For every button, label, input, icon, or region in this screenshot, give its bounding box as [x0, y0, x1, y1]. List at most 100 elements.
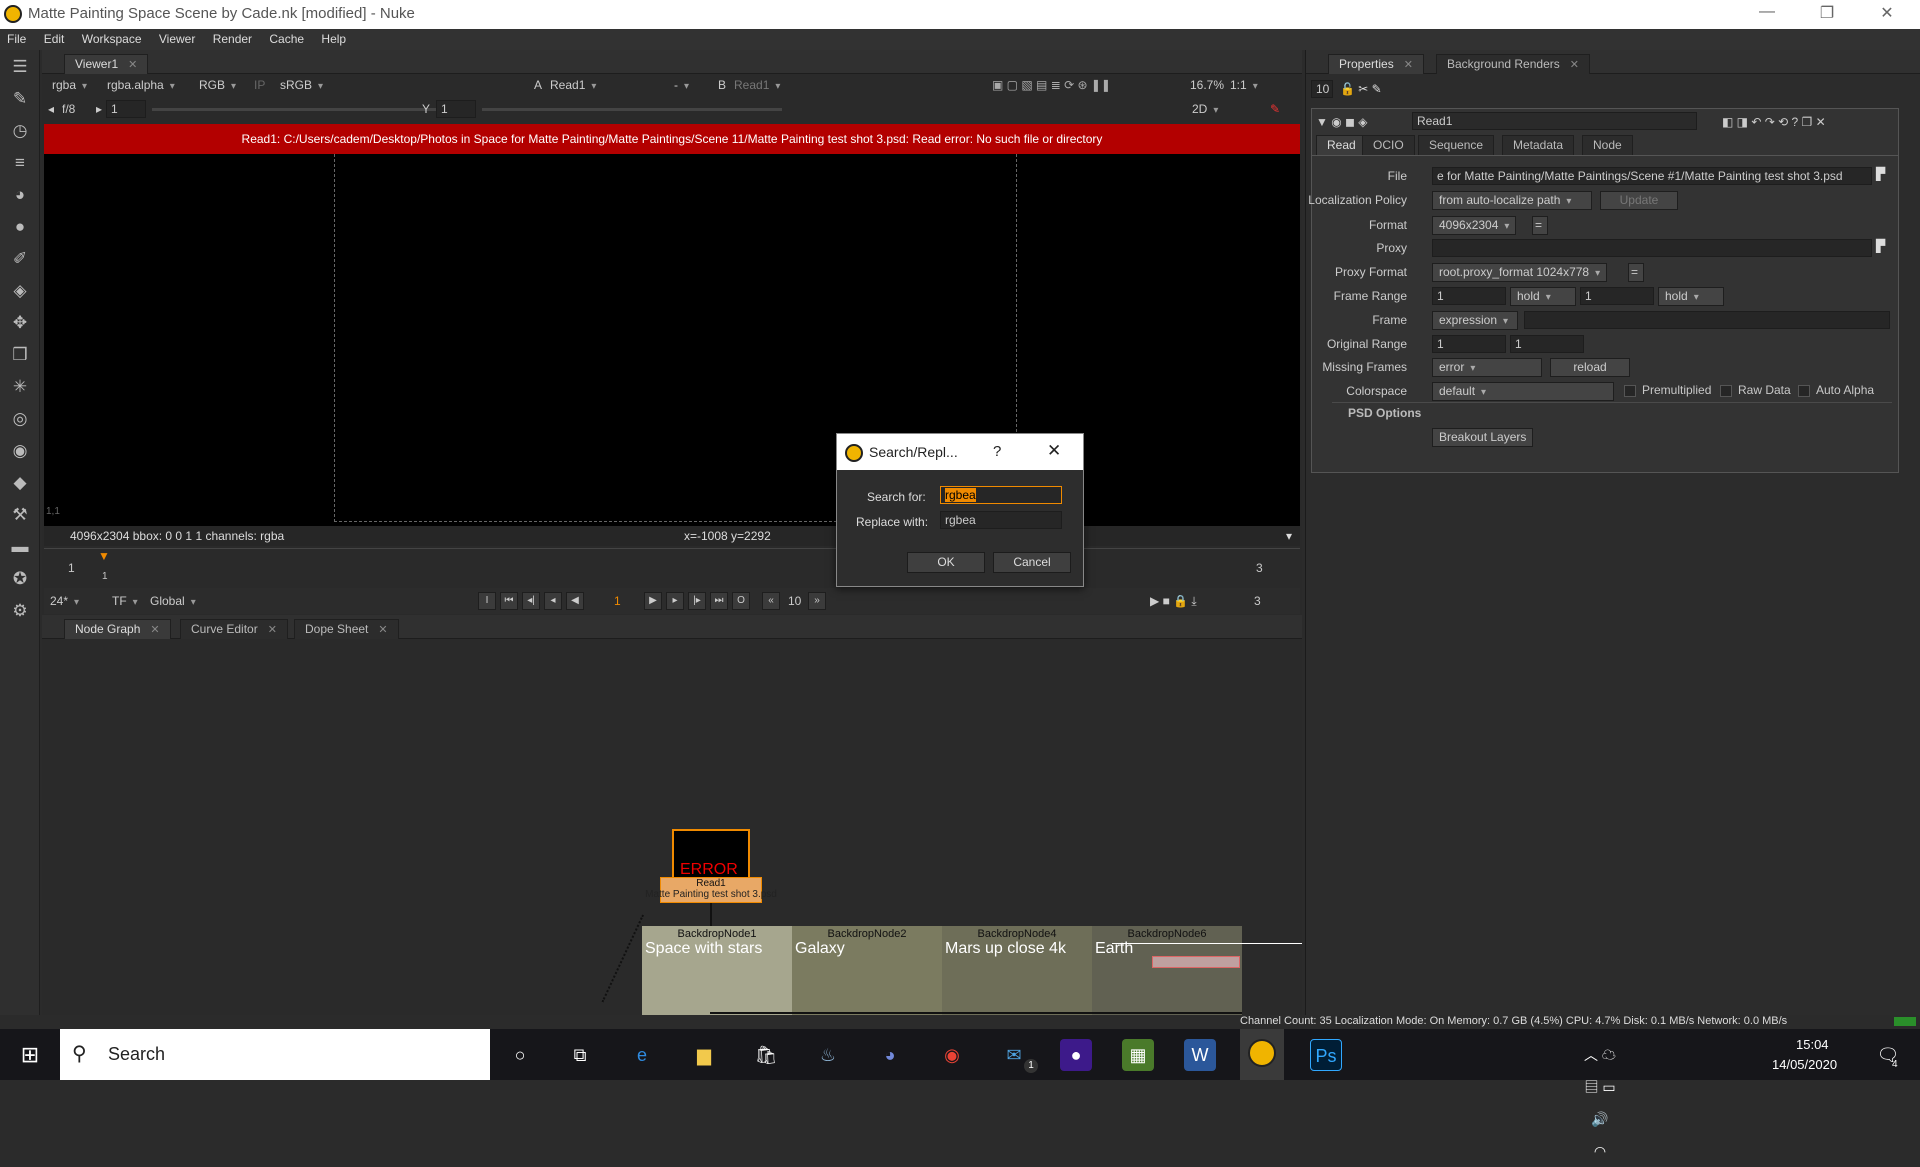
word-icon[interactable]: W — [1184, 1039, 1216, 1071]
menu-file[interactable]: File — [0, 29, 33, 46]
menu-viewer[interactable]: Viewer — [152, 29, 202, 46]
notifications-icon[interactable]: 🗨 — [1872, 1039, 1904, 1071]
close-dialog-icon[interactable]: ✕ — [1047, 441, 1061, 461]
raw-data-checkbox[interactable] — [1720, 385, 1732, 397]
update-button[interactable]: Update — [1600, 191, 1678, 210]
tab-background-renders[interactable]: Background Renders ✕ — [1436, 54, 1590, 74]
skip-forward-button[interactable]: » — [808, 592, 826, 610]
tab-dope-sheet[interactable]: Dope Sheet ✕ — [294, 619, 399, 639]
color-tool-icon[interactable]: ◕ — [9, 184, 31, 206]
clock-date[interactable]: 14/05/2020 — [1772, 1057, 1837, 1072]
help-button[interactable]: ? — [993, 443, 1001, 460]
channel-tool-icon[interactable]: ≡ — [9, 152, 31, 174]
nuke-tool-icon[interactable]: ⚙ — [9, 600, 31, 622]
gain-right-arrow-icon[interactable]: ▸ — [96, 100, 102, 118]
format-edit-button[interactable]: = — [1532, 216, 1548, 235]
subtab-node[interactable]: Node — [1582, 135, 1633, 155]
tray-icons[interactable]: ︿ ☁ ▤ ▭ 🔊 ◠ — [1584, 1039, 1616, 1159]
particles-tool-icon[interactable]: ✳ — [9, 376, 31, 398]
frame-expression-field[interactable] — [1524, 311, 1890, 329]
global-dropdown[interactable]: Global — [150, 592, 196, 610]
app-icon[interactable]: ● — [1060, 1039, 1092, 1071]
steam-icon[interactable]: ♨ — [812, 1039, 844, 1071]
compare-mode-dropdown[interactable]: - — [674, 76, 704, 94]
taskbar-search[interactable]: ⚲ Search — [60, 1029, 490, 1080]
backdrop-node[interactable]: BackdropNode2 Galaxy — [792, 926, 942, 1015]
play-backward-button[interactable]: ◀ — [566, 592, 584, 610]
proxy-format-edit-button[interactable]: = — [1628, 263, 1644, 282]
task-view-icon[interactable]: ⧉ — [564, 1039, 596, 1071]
backdrop-node[interactable]: BackdropNode1 Space with stars — [642, 926, 792, 1015]
nuke-taskbar-icon[interactable] — [1240, 1029, 1284, 1080]
edge-icon[interactable]: e — [626, 1039, 658, 1071]
3d-tool-icon[interactable]: ❒ — [9, 344, 31, 366]
file-explorer-icon[interactable]: ▆ — [688, 1039, 720, 1071]
tab-properties[interactable]: Properties ✕ — [1328, 54, 1424, 74]
furnace-tool-icon[interactable]: ✪ — [9, 568, 31, 590]
deep-tool-icon[interactable]: ◎ — [9, 408, 31, 430]
view-mode-dropdown[interactable]: 2D — [1192, 100, 1252, 118]
menu-help[interactable]: Help — [314, 29, 353, 46]
paint-brush-icon[interactable]: ✎ — [1270, 100, 1280, 118]
last-frame-button[interactable]: ⏭ — [710, 592, 728, 610]
subtab-sequence[interactable]: Sequence — [1418, 135, 1495, 155]
gamma-field[interactable]: 1 — [436, 100, 476, 118]
tab-curve-editor[interactable]: Curve Editor ✕ — [180, 619, 288, 639]
frame-range-before-dropdown[interactable]: hold — [1510, 287, 1576, 306]
draw-tool-icon[interactable]: ✎ — [9, 88, 31, 110]
metadata-tool-icon[interactable]: ◆ — [9, 472, 31, 494]
clock-time[interactable]: 15:04 — [1796, 1037, 1829, 1052]
proxy-path-field[interactable] — [1432, 239, 1872, 257]
cortana-icon[interactable]: ○ — [504, 1039, 536, 1071]
cancel-button[interactable]: Cancel — [993, 552, 1071, 573]
node-actions-icon[interactable]: ◧ ◨ ↶ ↷ ⟲ ? ❐ ✕ — [1722, 113, 1826, 131]
file-path-field[interactable]: e for Matte Painting/Matte Paintings/Sce… — [1432, 167, 1872, 185]
gain-field[interactable]: 1 — [106, 100, 146, 118]
node-thumbnail[interactable] — [1152, 956, 1240, 968]
info-expand-icon[interactable]: ▾ — [1286, 526, 1292, 546]
gain-left-arrow-icon[interactable]: ◂ — [48, 100, 54, 118]
lock-icon[interactable]: 🔓 ✂ ✎ — [1340, 80, 1382, 98]
node-name-field[interactable]: Read1 — [1412, 112, 1697, 130]
gamma-slider[interactable] — [482, 108, 782, 111]
alpha-dropdown[interactable]: rgba.alpha — [107, 76, 175, 94]
windows-start-icon[interactable]: ⊞ — [14, 1039, 46, 1071]
menu-render[interactable]: Render — [206, 29, 259, 46]
timeline[interactable]: 1 ▼ 1 3 — [44, 548, 1300, 588]
views-tool-icon[interactable]: ◉ — [9, 440, 31, 462]
subtab-read[interactable]: Read — [1316, 135, 1367, 155]
photoshop-icon[interactable]: Ps — [1310, 1039, 1342, 1071]
other-tool-icon[interactable]: ▬ — [9, 536, 31, 558]
missing-frames-dropdown[interactable]: error — [1432, 358, 1542, 377]
first-frame-button[interactable]: ⏮ — [500, 592, 518, 610]
input-b-dropdown[interactable]: Read1 — [734, 76, 804, 94]
reload-button[interactable]: reload — [1550, 358, 1630, 377]
transform-tool-icon[interactable]: ✥ — [9, 312, 31, 334]
frame-mode-dropdown[interactable]: expression — [1432, 311, 1518, 330]
in-point-button[interactable]: I — [478, 592, 496, 610]
play-forward-button[interactable]: ▶ — [644, 592, 662, 610]
original-range-start-field[interactable]: 1 — [1432, 335, 1506, 353]
tf-dropdown[interactable]: TF — [112, 592, 138, 610]
playback-options-icon[interactable]: ▶ ■ 🔒 ⤓ — [1150, 592, 1197, 610]
node-graph-canvas[interactable]: ERROR Read1 Matte Painting test shot 3.p… — [42, 640, 1302, 1015]
proxy-format-dropdown[interactable]: root.proxy_format 1024x778 — [1432, 263, 1608, 282]
close-window-button[interactable]: ✕ — [1867, 3, 1907, 25]
menu-edit[interactable]: Edit — [37, 29, 72, 46]
tab-viewer1[interactable]: Viewer1 ✕ — [64, 54, 149, 74]
keyer-tool-icon[interactable]: ✐ — [9, 248, 31, 270]
subtab-metadata[interactable]: Metadata — [1502, 135, 1575, 155]
fps-dropdown[interactable]: 24* — [50, 592, 79, 610]
chrome-icon[interactable]: ◉ — [936, 1039, 968, 1071]
max-panels-field[interactable]: 10 — [1311, 80, 1333, 98]
toolsets-tool-icon[interactable]: ⚒ — [9, 504, 31, 526]
skip-back-button[interactable]: « — [762, 592, 780, 610]
filter-tool-icon[interactable]: ● — [9, 216, 31, 238]
step-back-button[interactable]: ◂ — [544, 592, 562, 610]
discord-icon[interactable]: ◕ — [874, 1039, 906, 1071]
close-tab-icon[interactable]: ✕ — [1570, 59, 1579, 71]
ok-button[interactable]: OK — [907, 552, 985, 573]
premultiplied-checkbox[interactable] — [1624, 385, 1636, 397]
colorspace-dropdown[interactable]: default — [1432, 382, 1614, 401]
merge-tool-icon[interactable]: ◈ — [9, 280, 31, 302]
